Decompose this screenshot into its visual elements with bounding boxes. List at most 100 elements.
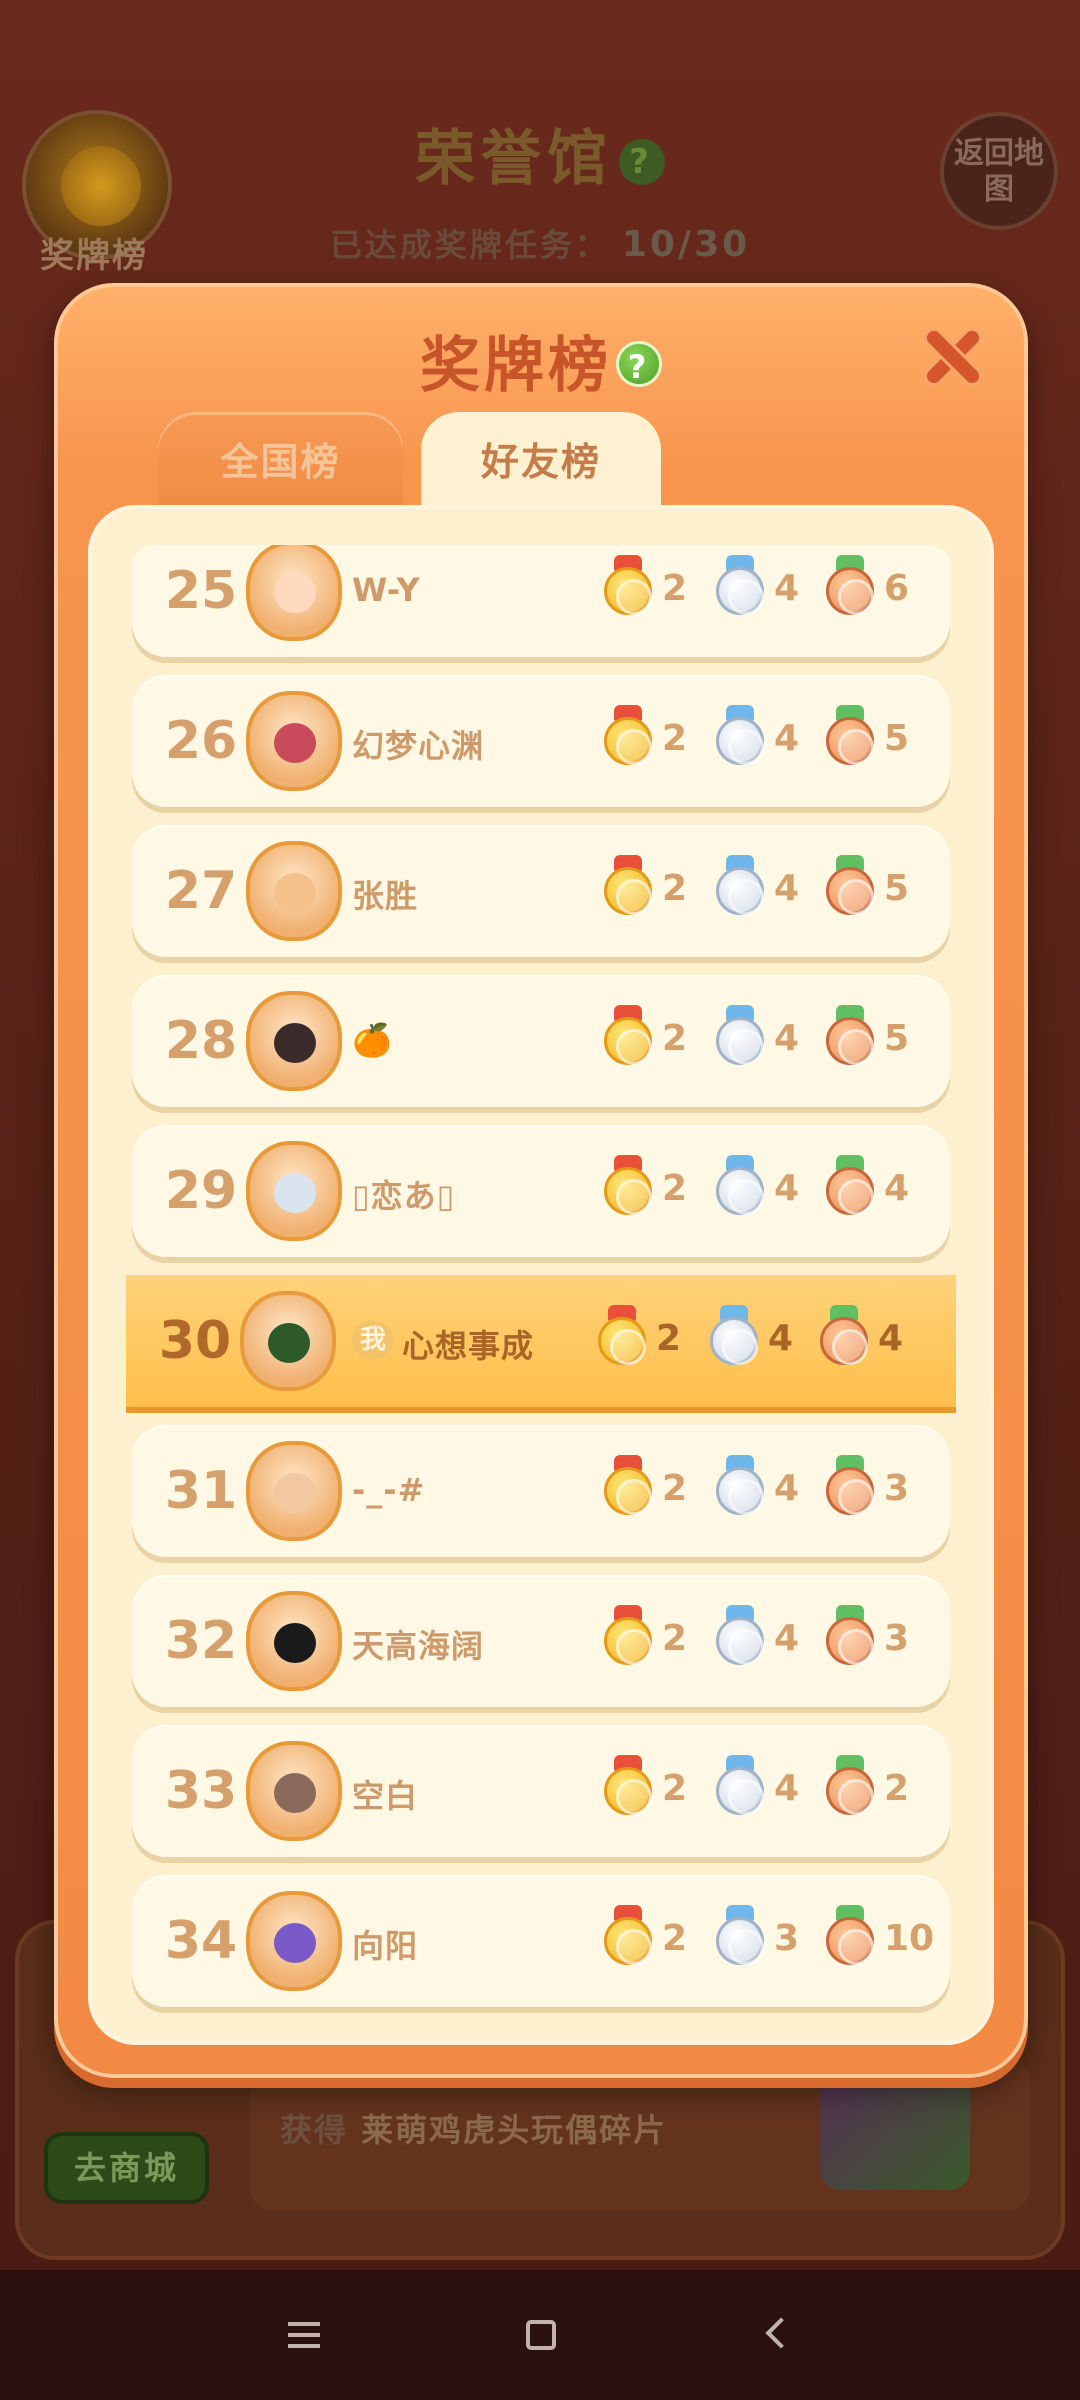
avatar[interactable] xyxy=(246,1741,342,1841)
gold-medal-icon xyxy=(602,1905,654,1975)
player-name: 心想事成 xyxy=(402,1327,535,1365)
modal-title-text: 奖牌榜 xyxy=(420,331,612,401)
avatar[interactable] xyxy=(246,1441,342,1541)
avatar[interactable] xyxy=(246,1141,342,1241)
player-name: 🍊 xyxy=(352,1021,393,1059)
bronze-medal-icon xyxy=(824,1005,876,1075)
leaderboard-row[interactable]: 28 🍊 2 4 5 xyxy=(132,975,950,1107)
leaderboard-scroll-area[interactable]: 25 W-Y 2 4 6 26 幻梦心渊 2 4 5 27 张胜 2 4 5 28 🍊 2 4 5 29 ▯恋あ▯ 2 4 4 3… xyxy=(126,545,956,2015)
menu-icon[interactable] xyxy=(268,2300,338,2370)
avatar[interactable] xyxy=(246,991,342,1091)
player-name: 幻梦心渊 xyxy=(352,727,485,765)
bronze-count: 4 xyxy=(878,1318,904,1359)
home-icon[interactable] xyxy=(504,2300,574,2370)
rank-number: 25 xyxy=(164,561,238,621)
help-icon[interactable]: ? xyxy=(616,341,662,387)
bronze-count: 6 xyxy=(884,568,910,609)
avatar[interactable] xyxy=(240,1291,336,1391)
leaderboard-row[interactable]: 27 张胜 2 4 5 xyxy=(132,825,950,957)
gold-medal-icon xyxy=(602,1005,654,1075)
avatar[interactable] xyxy=(246,841,342,941)
bronze-count: 3 xyxy=(884,1468,910,1509)
medal-leaderboard-modal: 奖牌榜? 全国榜 好友榜 25 W-Y 2 4 6 26 幻梦心渊 2 4 5 27 张胜 2 4 5 28 🍊… xyxy=(54,283,1028,2078)
back-icon[interactable] xyxy=(744,2300,814,2370)
shop-button[interactable]: 去商城 xyxy=(44,2132,209,2204)
silver-medal-icon xyxy=(714,1605,766,1675)
rank-number: 26 xyxy=(164,711,238,771)
silver-count: 4 xyxy=(774,1018,800,1059)
silver-medal-icon xyxy=(714,855,766,925)
rank-number: 30 xyxy=(158,1311,232,1371)
system-nav-bar xyxy=(0,2270,1080,2400)
leaderboard-row[interactable]: 29 ▯恋あ▯ 2 4 4 xyxy=(132,1125,950,1257)
leaderboard-row[interactable]: 32 天高海阔 2 4 3 xyxy=(132,1575,950,1707)
reward-item: 莱萌鸡虎头玩偶碎片 xyxy=(361,2111,668,2149)
leaderboard-row[interactable]: 26 幻梦心渊 2 4 5 xyxy=(132,675,950,807)
rank-number: 31 xyxy=(164,1461,238,1521)
silver-medal-icon xyxy=(714,1005,766,1075)
player-name: 天高海阔 xyxy=(352,1627,485,1665)
bronze-medal-icon xyxy=(824,1905,876,1975)
silver-count: 4 xyxy=(774,1618,800,1659)
bronze-count: 5 xyxy=(884,1018,910,1059)
bronze-medal-icon xyxy=(824,1155,876,1225)
player-name: -_-# xyxy=(352,1471,426,1509)
player-name: 向阳 xyxy=(352,1927,419,1965)
avatar[interactable] xyxy=(246,1891,342,1991)
bronze-count: 4 xyxy=(884,1168,910,1209)
gold-count: 2 xyxy=(662,1468,688,1509)
gold-count: 2 xyxy=(662,718,688,759)
silver-count: 4 xyxy=(768,1318,794,1359)
gold-count: 2 xyxy=(662,1618,688,1659)
silver-count: 4 xyxy=(774,1468,800,1509)
leaderboard-row[interactable]: 34 向阳 2 3 10 xyxy=(132,1875,950,2007)
reward-text: 获得 莱萌鸡虎头玩偶碎片 xyxy=(280,2105,667,2151)
help-icon[interactable]: ? xyxy=(619,139,665,186)
silver-medal-icon xyxy=(708,1305,760,1375)
rank-number: 27 xyxy=(164,861,238,921)
me-badge: 我 xyxy=(352,1321,394,1359)
tab-national[interactable]: 全国榜 xyxy=(158,412,403,512)
progress-label: 已达成奖牌任务： xyxy=(329,226,610,264)
gold-count: 2 xyxy=(662,1168,688,1209)
silver-count: 3 xyxy=(774,1918,800,1959)
task-progress: 已达成奖牌任务： 10/30 xyxy=(0,220,1080,266)
modal-title: 奖牌榜? xyxy=(58,317,1024,404)
silver-count: 4 xyxy=(774,1768,800,1809)
progress-value: 10/30 xyxy=(621,224,751,265)
tab-friends[interactable]: 好友榜 xyxy=(421,412,661,512)
leaderboard-row-me[interactable]: 30 我心想事成 2 4 4 xyxy=(126,1275,956,1407)
gold-medal-icon xyxy=(602,1755,654,1825)
leaderboard-row[interactable]: 33 空白 2 4 2 xyxy=(132,1725,950,1857)
silver-medal-icon xyxy=(714,555,766,625)
return-map-button[interactable]: 返回地图 xyxy=(940,112,1058,230)
silver-count: 4 xyxy=(774,868,800,909)
avatar[interactable] xyxy=(246,691,342,791)
close-icon[interactable] xyxy=(920,325,984,389)
silver-medal-icon xyxy=(714,1155,766,1225)
avatar[interactable] xyxy=(246,545,342,641)
leaderboard-row[interactable]: 25 W-Y 2 4 6 xyxy=(132,545,950,657)
silver-medal-icon xyxy=(714,1455,766,1525)
player-name: W-Y xyxy=(352,571,421,609)
rank-number: 32 xyxy=(164,1611,238,1671)
gold-medal-icon xyxy=(602,1605,654,1675)
gold-medal-icon xyxy=(602,555,654,625)
gold-medal-icon xyxy=(596,1305,648,1375)
silver-count: 4 xyxy=(774,1168,800,1209)
leaderboard-list[interactable]: 25 W-Y 2 4 6 26 幻梦心渊 2 4 5 27 张胜 2 4 5 28 🍊 2 4 5 29 ▯恋あ▯ 2 4 4 3… xyxy=(88,505,994,2045)
player-name: 张胜 xyxy=(352,877,419,915)
gold-count: 2 xyxy=(662,868,688,909)
bronze-medal-icon xyxy=(818,1305,870,1375)
gold-count: 2 xyxy=(662,1768,688,1809)
player-name: ▯恋あ▯ xyxy=(352,1177,456,1215)
silver-medal-icon xyxy=(714,705,766,775)
gold-count: 2 xyxy=(656,1318,682,1359)
bronze-count: 2 xyxy=(884,1768,910,1809)
leaderboard-row[interactable]: 31 -_-# 2 4 3 xyxy=(132,1425,950,1557)
avatar[interactable] xyxy=(246,1591,342,1691)
bronze-medal-icon xyxy=(824,705,876,775)
rank-number: 28 xyxy=(164,1011,238,1071)
reward-prefix: 获得 xyxy=(280,2111,349,2149)
bronze-count: 10 xyxy=(884,1918,935,1959)
